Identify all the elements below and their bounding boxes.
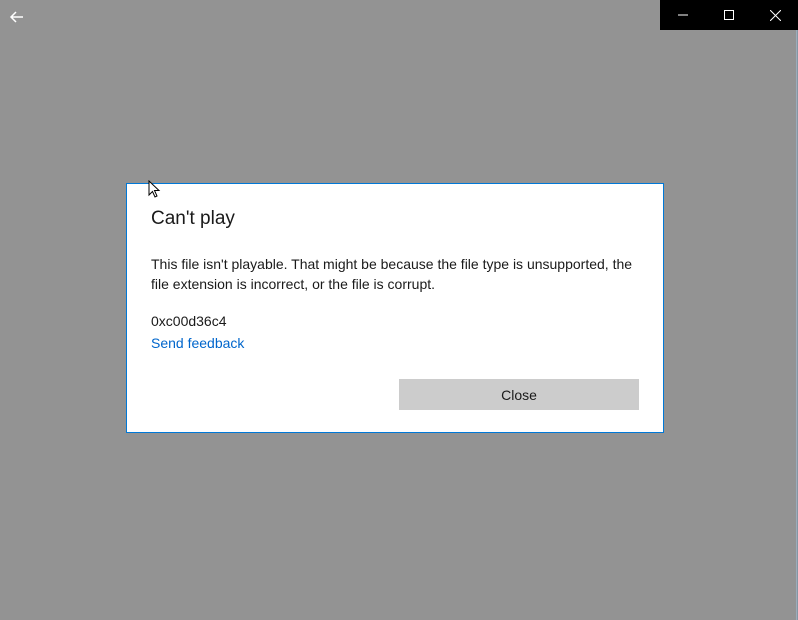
dialog-title: Can't play xyxy=(151,208,639,230)
minimize-icon xyxy=(678,10,688,20)
back-button[interactable] xyxy=(2,2,32,32)
minimize-button[interactable] xyxy=(660,0,706,30)
back-arrow-icon xyxy=(9,9,25,25)
window-close-button[interactable] xyxy=(752,0,798,30)
window-controls xyxy=(660,0,798,30)
dialog-message: This file isn't playable. That might be … xyxy=(151,254,639,295)
maximize-icon xyxy=(724,10,734,20)
maximize-button[interactable] xyxy=(706,0,752,30)
close-icon xyxy=(770,10,781,21)
error-dialog: Can't play This file isn't playable. Tha… xyxy=(126,183,664,433)
dialog-error-code: 0xc00d36c4 xyxy=(151,313,639,329)
send-feedback-link[interactable]: Send feedback xyxy=(151,335,244,351)
close-button[interactable]: Close xyxy=(399,379,639,410)
